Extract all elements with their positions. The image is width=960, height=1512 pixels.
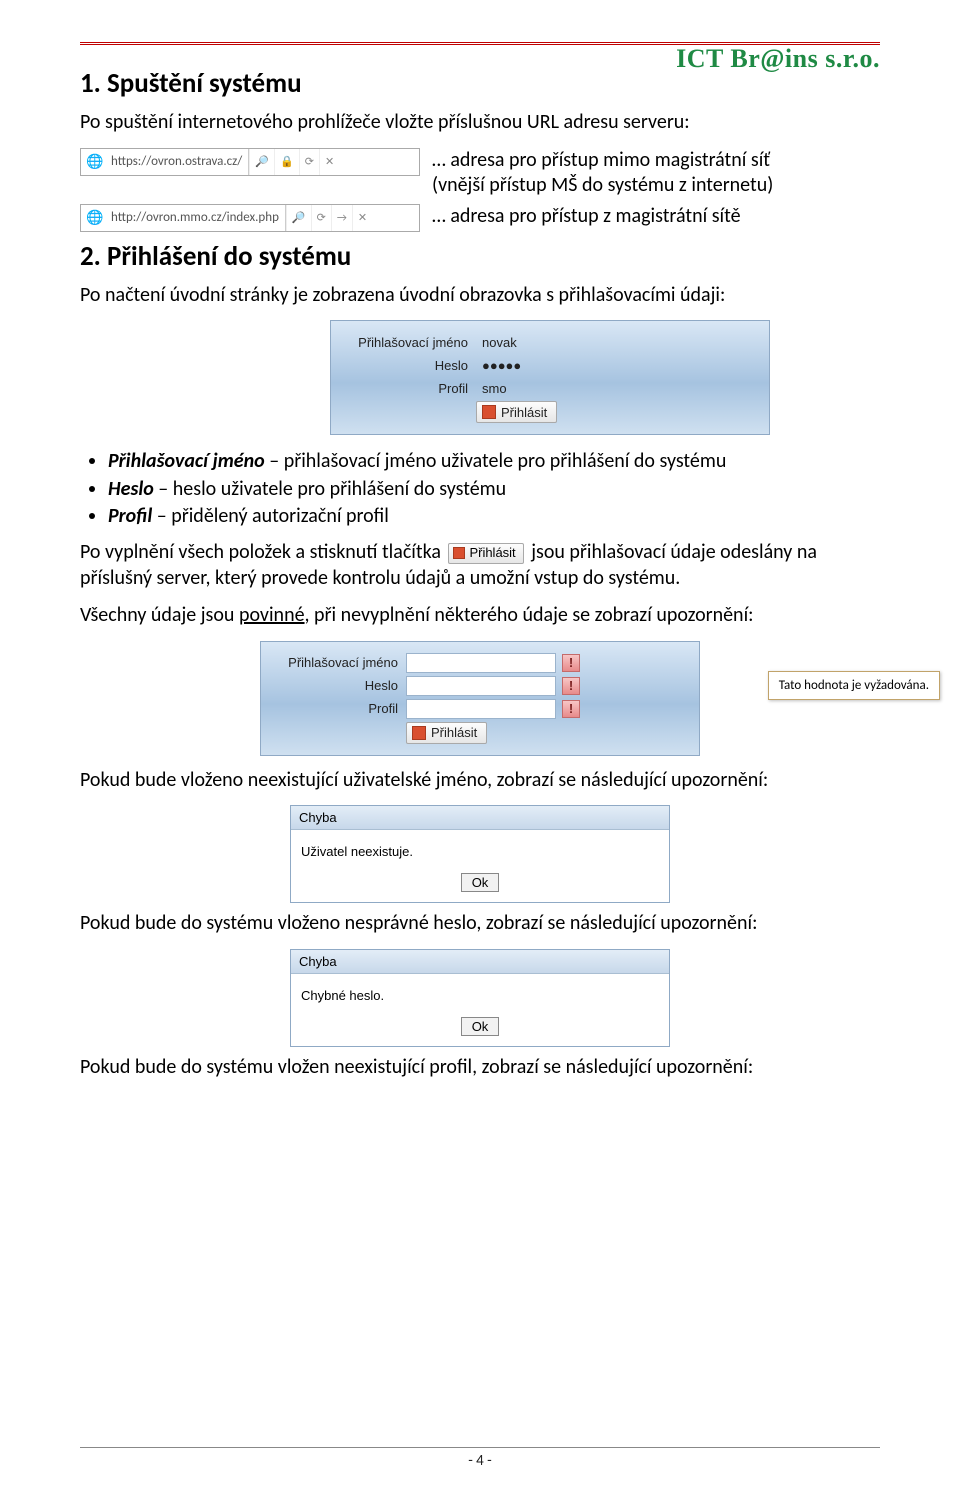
login2-heslo-input[interactable] <box>406 676 556 696</box>
dialog-pass-msg: Chybné heslo. <box>291 974 669 1013</box>
url2-refresh-icon[interactable]: ⟳ <box>311 205 331 231</box>
section2-heading: 2. Přihlášení do systému <box>80 240 880 273</box>
dialog-pass-ok-button[interactable]: Ok <box>461 1017 500 1036</box>
url1-stop-icon[interactable]: ✕ <box>319 149 339 175</box>
after-bullets-p2: Všechny údaje jsou povinné, při nevyplně… <box>80 603 880 629</box>
login2-submit-button[interactable]: Přihlásit <box>406 722 487 744</box>
login2-jmeno-input[interactable] <box>406 653 556 673</box>
warn-user-intro: Pokud bude vloženo neexistující uživatel… <box>80 768 880 794</box>
dialog-user-ok-button[interactable]: Ok <box>461 873 500 892</box>
bullet-profil: Profil – přidělený autorizační profil <box>108 504 880 530</box>
login1-heslo-label: Heslo <box>341 358 476 373</box>
login1-heslo-value[interactable]: ●●●●● <box>476 355 566 375</box>
warn-badge-heslo: ! <box>562 677 580 695</box>
inline-prihlasit-button[interactable]: Přihlásit <box>448 543 523 564</box>
login1-submit-button[interactable]: Přihlásit <box>476 401 557 423</box>
required-tooltip: Tato hodnota je vyžadována. <box>768 671 940 700</box>
url1-lock-icon: 🔒 <box>274 149 299 175</box>
warn-profile-intro: Pokud bude do systému vložen neexistujíc… <box>80 1055 880 1081</box>
page-number: - 4 - <box>80 1447 880 1470</box>
inline-key-icon <box>453 547 465 559</box>
bullet-heslo: Heslo – heslo uživatele pro přihlášení d… <box>108 477 880 503</box>
warn-badge-jmeno: ! <box>562 654 580 672</box>
url-bar-2[interactable]: 🌐 http://ovron.mmo.cz/index.php 🔎 ⟳ → ✕ <box>80 204 420 232</box>
login2-profil-input[interactable] <box>406 699 556 719</box>
field-bullets: Přihlašovací jméno – přihlašovací jméno … <box>108 449 880 530</box>
url2-dropdown-icon[interactable]: 🔎 <box>286 205 311 231</box>
url2-address: http://ovron.mmo.cz/index.php <box>109 205 286 231</box>
login1-jmeno-label: Přihlašovací jméno <box>341 335 476 350</box>
ie-favicon-icon: 🌐 <box>85 152 105 172</box>
after-bullets-p1: Po vyplnění všech položek a stisknutí tl… <box>80 540 880 591</box>
login-key-icon <box>482 405 496 419</box>
login1-profil-label: Profil <box>341 381 476 396</box>
section2-intro: Po načtení úvodní stránky je zobrazena ú… <box>80 283 880 309</box>
login2-key-icon <box>412 726 426 740</box>
warn-badge-profil: ! <box>562 700 580 718</box>
warn-pass-intro: Pokud bude do systému vloženo nesprávné … <box>80 911 880 937</box>
dialog-user: Chyba Uživatel neexistuje. Ok <box>290 805 670 903</box>
url1-dropdown-icon[interactable]: 🔎 <box>249 149 274 175</box>
dialog-user-title: Chyba <box>291 806 669 830</box>
login1-jmeno-value[interactable]: novak <box>476 332 566 352</box>
section1-intro: Po spuštění internetového prohlížeče vlo… <box>80 110 880 136</box>
login-form-2: Přihlašovací jméno ! Heslo ! Profil ! Př… <box>260 641 700 756</box>
dialog-pass-title: Chyba <box>291 950 669 974</box>
url2-caption: … adresa pro přístup z magistrátní sítě <box>432 204 741 229</box>
login-form-1: Přihlašovací jméno novak Heslo ●●●●● Pro… <box>330 320 770 435</box>
dialog-user-msg: Uživatel neexistuje. <box>291 830 669 869</box>
url-row-1: 🌐 https://ovron.ostrava.cz/ 🔎 🔒 ⟳ ✕ … ad… <box>80 148 880 198</box>
login1-profil-value[interactable]: smo <box>476 378 566 398</box>
login2-jmeno-label: Přihlašovací jméno <box>271 655 406 670</box>
url-bar-1[interactable]: 🌐 https://ovron.ostrava.cz/ 🔎 🔒 ⟳ ✕ <box>80 148 420 176</box>
brand-logo: ICT Br@ins s.r.o. <box>676 44 880 74</box>
url2-stop-icon[interactable]: ✕ <box>352 205 372 231</box>
login2-heslo-label: Heslo <box>271 678 406 693</box>
url-row-2: 🌐 http://ovron.mmo.cz/index.php 🔎 ⟳ → ✕ … <box>80 204 880 232</box>
bullet-jmeno: Přihlašovací jméno – přihlašovací jméno … <box>108 449 880 475</box>
dialog-pass: Chyba Chybné heslo. Ok <box>290 949 670 1047</box>
url1-address: https://ovron.ostrava.cz/ <box>109 149 249 175</box>
ie-favicon-icon-2: 🌐 <box>85 208 105 228</box>
url1-refresh-icon[interactable]: ⟳ <box>299 149 319 175</box>
login2-profil-label: Profil <box>271 701 406 716</box>
url1-caption: … adresa pro přístup mimo magistrátní sí… <box>432 148 773 198</box>
url2-go-icon[interactable]: → <box>331 205 352 231</box>
